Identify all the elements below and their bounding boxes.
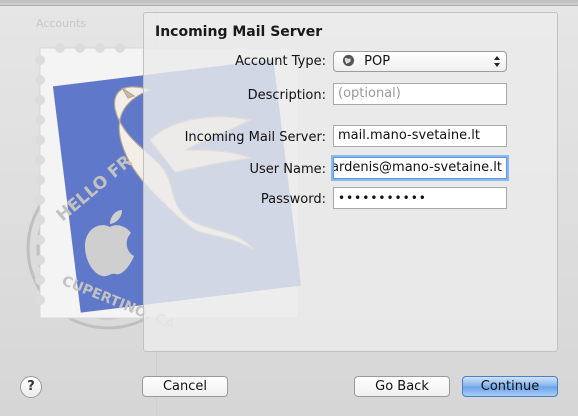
description-label: Description:	[247, 88, 326, 103]
globe-icon	[342, 54, 355, 67]
cancel-button[interactable]: Cancel	[142, 376, 228, 397]
go-back-button[interactable]: Go Back	[354, 376, 450, 397]
help-button[interactable]: ?	[20, 376, 42, 398]
account-type-value: POP	[364, 54, 391, 69]
incoming-server-field[interactable]: mail.mano-svetaine.lt	[333, 125, 507, 147]
background-accounts-header: Accounts	[36, 17, 87, 30]
popup-arrows-icon	[494, 56, 500, 67]
continue-button[interactable]: Continue	[462, 376, 558, 397]
description-field[interactable]: (optional)	[333, 83, 507, 105]
account-type-popup[interactable]: POP	[333, 51, 507, 72]
background-sidebar	[22, 12, 157, 416]
page-title: Incoming Mail Server	[155, 24, 323, 40]
background-toolbar	[0, 0, 578, 6]
password-field[interactable]: •••••••••••	[333, 187, 507, 209]
password-label: Password:	[260, 192, 326, 207]
account-type-label: Account Type:	[235, 54, 326, 69]
user-name-field[interactable]: vardenis@mano-svetaine.lt	[333, 157, 507, 179]
user-name-value: vardenis@mano-svetaine.lt	[333, 160, 502, 175]
incoming-server-label: Incoming Mail Server:	[184, 130, 326, 145]
user-name-label: User Name:	[249, 162, 327, 177]
